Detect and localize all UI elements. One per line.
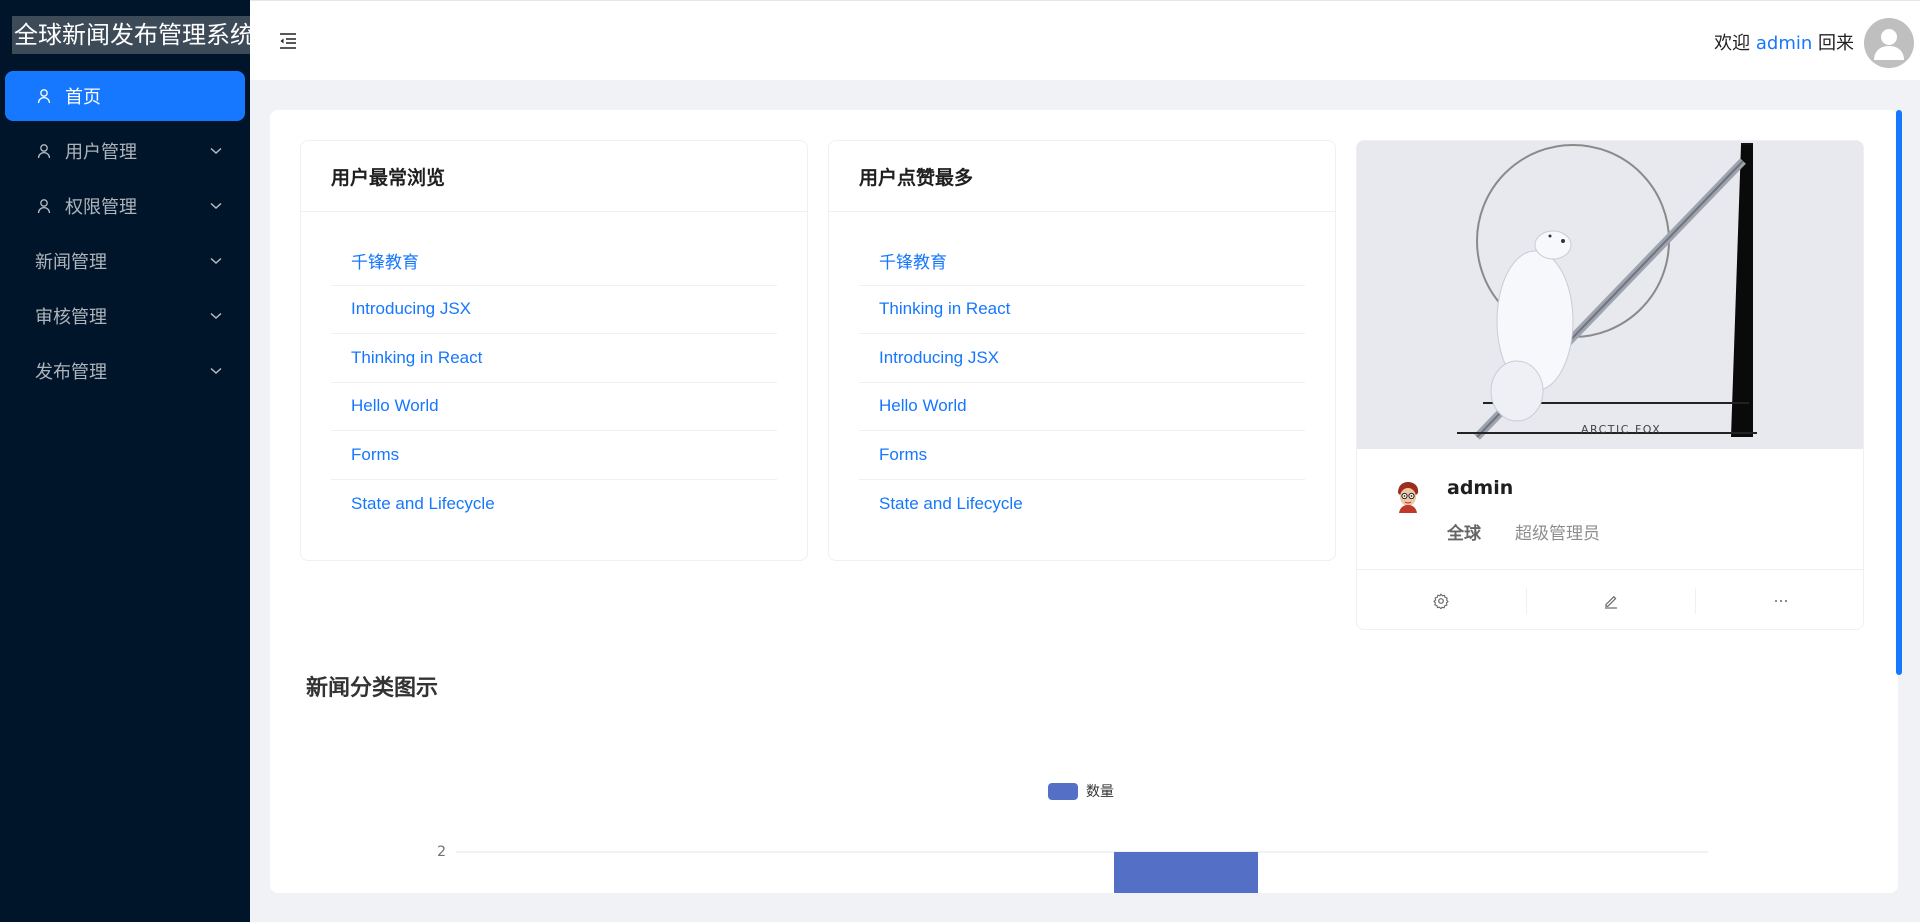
chart-bar[interactable] [1114,852,1258,893]
list-item[interactable]: 千锋教育 [331,237,777,286]
sidebar-item-label: 发布管理 [35,362,107,383]
list-item[interactable]: Forms [859,431,1305,480]
chevron-down-icon [209,309,223,323]
setting-icon [1433,592,1450,609]
most-viewed-card: 用户最常浏览 千锋教育 Introducing JSX Thinking in … [300,140,808,561]
user-avatar-icon [1874,29,1904,60]
arctic-fox-illustration: ARCTIC FOX [1357,141,1863,449]
chevron-down-icon [209,364,223,378]
menu-fold-button[interactable] [278,31,298,51]
sidebar-item-publish-management[interactable]: 发布管理 [5,346,245,396]
content-scrollbar[interactable] [1896,110,1902,675]
ellipsis-icon [1774,599,1787,602]
sidebar-item-news-management[interactable]: 新闻管理 [5,236,245,286]
sidebar-item-audit-management[interactable]: 审核管理 [5,291,245,341]
chevron-down-icon [209,254,223,268]
welcome-prefix: 欢迎 [1714,33,1751,54]
sidebar-item-label: 首页 [65,87,101,108]
list-item[interactable]: State and Lifecycle [859,480,1305,529]
list-item[interactable]: Thinking in React [859,286,1305,334]
profile-card: ARCTIC FOX admin 全球 超级管理员 [1356,140,1864,630]
settings-button[interactable] [1357,587,1527,614]
dashboard-content: 用户最常浏览 千锋教育 Introducing JSX Thinking in … [270,110,1898,893]
profile-region: 全球 [1447,524,1481,544]
legend-swatch[interactable] [1048,783,1078,800]
card-title: 用户点赞最多 [829,141,1335,212]
most-liked-card: 用户点赞最多 千锋教育 Thinking in React Introducin… [828,140,1336,561]
welcome-username: admin [1755,33,1813,54]
user-icon [35,197,53,215]
edit-button[interactable] [1527,587,1697,614]
list-item[interactable]: Introducing JSX [331,286,777,334]
news-category-chart: 数量 2 [437,783,1708,893]
app-title: 全球新闻发布管理系统 [12,16,256,54]
menu-fold-icon [280,33,296,49]
cartoon-avatar-icon [1398,482,1419,513]
avatar[interactable] [1864,18,1914,68]
profile-role: 超级管理员 [1515,524,1600,544]
list-item[interactable]: Thinking in React [331,334,777,383]
list-item[interactable]: Hello World [859,383,1305,431]
cover-caption: ARCTIC FOX [1581,423,1661,436]
list-item[interactable]: 千锋教育 [859,237,1305,286]
most-liked-list: 千锋教育 Thinking in React Introducing JSX H… [859,237,1305,528]
sidebar-item-label: 新闻管理 [35,252,107,273]
avatar [1391,479,1425,513]
user-icon [35,142,53,160]
chevron-down-icon [209,199,223,213]
sidebar-item-label: 审核管理 [35,307,107,328]
most-viewed-list: 千锋教育 Introducing JSX Thinking in React H… [331,237,777,528]
edit-icon [1605,595,1617,609]
profile-description: 全球 超级管理员 [1447,519,1600,544]
profile-name: admin [1447,477,1514,499]
sidebar-item-permission-management[interactable]: 权限管理 [5,181,245,231]
profile-actions [1357,569,1863,629]
list-item[interactable]: Introducing JSX [859,334,1305,383]
list-item[interactable]: State and Lifecycle [331,480,777,529]
legend-label[interactable]: 数量 [1086,784,1114,800]
chevron-down-icon [209,144,223,158]
welcome-text: 欢迎 admin 回来 [1714,29,1854,55]
list-item[interactable]: Hello World [331,383,777,431]
sidebar-item-user-management[interactable]: 用户管理 [5,126,245,176]
y-tick-label: 2 [437,844,446,860]
sidebar-item-label: 用户管理 [65,142,137,163]
more-button[interactable] [1696,588,1863,614]
user-icon [35,87,53,105]
cover-image: ARCTIC FOX [1357,141,1863,449]
list-item[interactable]: Forms [331,431,777,480]
card-title: 用户最常浏览 [301,141,807,212]
top-header: 欢迎 admin 回来 [250,0,1920,80]
sidebar-item-home[interactable]: 首页 [5,71,245,121]
welcome-suffix: 回来 [1818,33,1854,54]
sidebar: 全球新闻发布管理系统 首页 用户管理 权限管理 新闻管理 审核管理 发布管理 [0,0,256,922]
sidebar-item-label: 权限管理 [65,197,137,218]
